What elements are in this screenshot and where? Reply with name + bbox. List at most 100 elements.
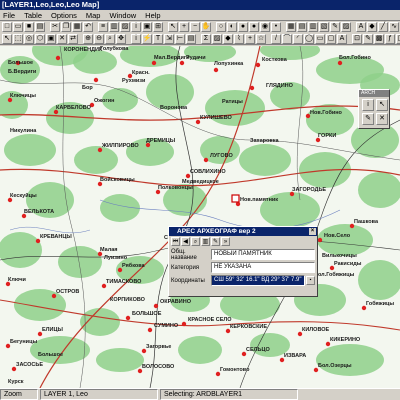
statistics-icon[interactable]: Σ [201, 33, 211, 44]
layers-icon[interactable]: ≡ [98, 22, 108, 32]
point-icon[interactable]: • [271, 22, 281, 32]
menu-window[interactable]: Window [106, 11, 142, 20]
ruler2-icon[interactable]: ⊢ [175, 33, 185, 44]
legend-icon[interactable]: ▣ [142, 22, 152, 32]
print-icon[interactable]: ▤ [35, 22, 45, 32]
undo-icon[interactable]: ↶ [83, 22, 93, 32]
hotlink-icon[interactable]: ⚡ [142, 33, 152, 44]
browser-icon[interactable]: ▥ [109, 22, 119, 32]
style2-icon[interactable]: ✎ [363, 33, 373, 44]
pointer-icon[interactable]: ↖ [2, 33, 12, 44]
palette-edit-icon[interactable]: ✎ [362, 113, 374, 125]
unselect-icon[interactable]: ✕ [57, 33, 67, 44]
arc2-icon[interactable]: ◜ [293, 33, 303, 44]
zoom-out-icon[interactable]: − [190, 22, 200, 32]
site-marker[interactable] [93, 77, 99, 83]
grid-icon[interactable]: ▦ [286, 22, 296, 32]
dialog-first-icon[interactable]: ⏮ [171, 237, 180, 246]
site-marker[interactable] [125, 315, 131, 321]
graph-icon[interactable]: ▨ [120, 22, 130, 32]
font-icon[interactable]: ƒ [385, 33, 395, 44]
copy-icon[interactable]: ❐ [61, 22, 71, 32]
site-marker[interactable] [249, 85, 255, 91]
table-icon[interactable]: ▤ [297, 22, 307, 32]
text-icon[interactable]: A [337, 33, 347, 44]
menu-help[interactable]: Help [142, 11, 166, 20]
view-icon[interactable]: ⌕ [105, 33, 115, 44]
rect-icon[interactable]: ▭ [315, 33, 325, 44]
site-marker[interactable] [55, 55, 61, 61]
boundary-icon[interactable]: ▣ [46, 33, 56, 44]
invert-icon[interactable]: ⇄ [68, 33, 78, 44]
site-marker[interactable] [317, 237, 323, 243]
dialog-title-bar[interactable]: АРЕС АРХЕОГРАФ вер 2 × [169, 227, 317, 236]
label2-icon[interactable]: T [153, 33, 163, 44]
site-marker[interactable] [153, 303, 159, 309]
zoom-in-icon[interactable]: + [179, 22, 189, 32]
palette-info-icon[interactable]: i [362, 99, 374, 111]
site-marker[interactable] [179, 60, 185, 66]
menu-table[interactable]: Table [21, 11, 48, 20]
menu-file[interactable]: File [0, 11, 21, 20]
polygon-select-icon[interactable]: ⬡ [35, 33, 45, 44]
close-icon[interactable]: × [309, 228, 316, 235]
node-icon[interactable]: ● [249, 22, 259, 32]
drag-icon[interactable]: ⇲ [164, 33, 174, 44]
rrect-icon[interactable]: ▢ [326, 33, 336, 44]
polyline-icon[interactable]: ∿ [389, 22, 399, 32]
fill-icon[interactable]: ● [238, 22, 248, 32]
dialog-back-icon[interactable]: ◀ [181, 237, 190, 246]
coords-lock-icon[interactable]: ▪ [306, 276, 315, 285]
frame-icon[interactable]: ⊡ [352, 33, 362, 44]
site-marker[interactable] [147, 327, 153, 333]
line2-icon[interactable]: / [271, 33, 281, 44]
thematic-icon[interactable]: ▨ [212, 33, 222, 44]
circle-icon[interactable]: ○ [216, 22, 226, 32]
ellipse-icon[interactable]: ◯ [304, 33, 314, 44]
legend2-icon[interactable]: ▤ [186, 33, 196, 44]
label-icon[interactable]: A [356, 22, 366, 32]
site-marker[interactable] [181, 321, 187, 327]
zoomout2-icon[interactable]: ⊖ [94, 33, 104, 44]
symbol2-icon[interactable]: ☆ [256, 33, 266, 44]
radius-icon[interactable]: ◎ [24, 33, 34, 44]
ruler-icon[interactable]: ⊞ [153, 22, 163, 32]
cut-icon[interactable]: ✂ [50, 22, 60, 32]
symbol-icon[interactable]: ◆ [367, 22, 377, 32]
save-icon[interactable]: ■ [24, 22, 34, 32]
select-icon[interactable]: ↖ [168, 22, 178, 32]
style-icon[interactable]: ✎ [330, 22, 340, 32]
color-icon[interactable]: ▩ [374, 33, 384, 44]
map-window[interactable]: КОРОНЕНДИК Большое Б.Вердиги Голубкова Мал.В… [0, 46, 400, 388]
report-icon[interactable]: ▧ [319, 22, 329, 32]
info2-icon[interactable]: i [131, 33, 141, 44]
site-marker[interactable] [151, 60, 157, 66]
category-field[interactable]: НЕ УКАЗАНА [211, 262, 315, 273]
name-field[interactable]: НОВЫЙ ПАМЯТНИК [211, 249, 315, 260]
open-icon[interactable]: ▭ [13, 22, 23, 32]
region2-icon[interactable]: ◫ [396, 33, 400, 44]
palette-pointer-icon[interactable]: ↖ [376, 99, 388, 111]
marquee-icon[interactable]: ⬚ [13, 33, 23, 44]
add-node-icon[interactable]: + [245, 33, 255, 44]
palette-delete-icon[interactable]: ✕ [376, 113, 388, 125]
menu-map[interactable]: Map [83, 11, 107, 20]
site-marker[interactable] [203, 157, 209, 163]
new-monument-marker[interactable] [231, 194, 240, 203]
coords-field[interactable]: СШ 59° 32' 16.1" ВД 29° 37' 7.9" [211, 275, 305, 286]
paste-icon[interactable]: ▦ [72, 22, 82, 32]
menu-options[interactable]: Options [48, 11, 83, 20]
chart-icon[interactable]: ▥ [308, 22, 318, 32]
target-icon[interactable]: ◉ [260, 22, 270, 32]
dialog-forward-icon[interactable]: » [221, 237, 230, 246]
site-marker[interactable] [255, 62, 261, 68]
line-icon[interactable]: ╱ [378, 22, 388, 32]
reshape-icon[interactable]: ⌇ [234, 33, 244, 44]
new-icon[interactable]: □ [2, 22, 12, 32]
node2-icon[interactable]: ◆ [223, 33, 233, 44]
site-marker[interactable] [337, 60, 343, 66]
polyline2-icon[interactable]: ⌒ [282, 33, 292, 44]
dialog-edit-icon[interactable]: ✎ [211, 237, 220, 246]
region-icon[interactable]: ▨ [341, 22, 351, 32]
site-marker[interactable] [213, 67, 219, 73]
